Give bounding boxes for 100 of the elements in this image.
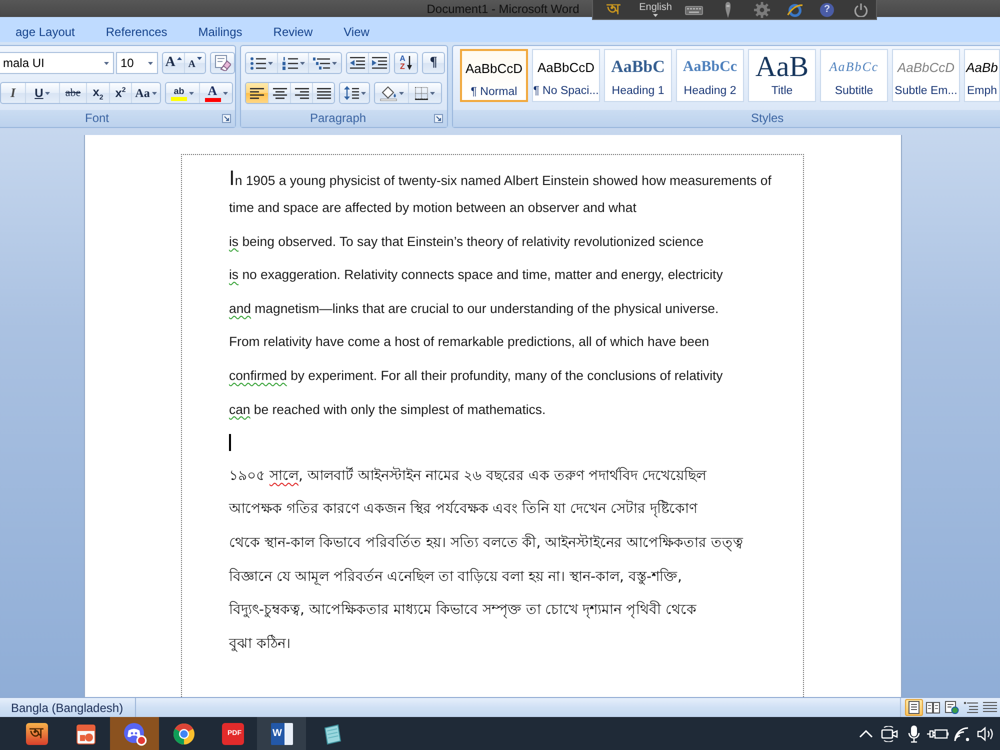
taskbar-button[interactable] xyxy=(110,717,159,750)
text-cursor xyxy=(229,434,231,452)
print-layout-view-button[interactable] xyxy=(905,699,923,716)
caret-icon xyxy=(148,62,154,64)
align-right-icon xyxy=(294,88,308,98)
line-spacing-icon xyxy=(344,86,358,100)
ribbon-tab[interactable]: View xyxy=(328,20,385,42)
web-layout-view-button[interactable] xyxy=(943,699,961,716)
font-size-field[interactable]: 10 xyxy=(116,52,158,74)
page-layout-icon xyxy=(907,701,921,714)
underline-button[interactable]: U xyxy=(25,83,59,103)
orbit-ring-icon[interactable] xyxy=(787,2,803,18)
numbered-list-icon xyxy=(282,56,298,70)
highlight-button[interactable]: ab xyxy=(166,83,199,103)
power-icon[interactable] xyxy=(854,2,868,16)
chevron-up-icon[interactable] xyxy=(859,728,873,738)
font-name-field[interactable]: mala UI xyxy=(0,52,114,74)
ribbon-tab[interactable]: References xyxy=(90,20,183,42)
outline-icon xyxy=(964,701,978,714)
align-left-icon xyxy=(250,88,264,98)
taskbar-button[interactable]: W xyxy=(257,717,306,750)
style-gallery-item[interactable]: AaBb Emph xyxy=(964,49,1000,102)
language-selector[interactable]: English xyxy=(639,2,672,17)
page-globe-icon xyxy=(945,701,959,714)
align-center-button[interactable] xyxy=(268,83,290,103)
multilevel-list-icon xyxy=(313,56,330,70)
align-right-button[interactable] xyxy=(290,83,312,103)
align-left-button[interactable] xyxy=(246,83,268,103)
presentation-icon xyxy=(74,722,96,744)
superscript-button[interactable]: x$^{2}$ xyxy=(109,83,131,103)
w-document-icon: W xyxy=(270,722,292,744)
paragraph: is being observed. To say that Einstein’s theory of relativity revolutionized science xyxy=(229,232,704,251)
group-label: Paragraph xyxy=(310,110,366,127)
style-gallery-item[interactable]: AaBbCcD ¶ No Spaci... xyxy=(532,49,600,102)
sort-button[interactable]: AZ xyxy=(395,53,417,73)
paragraph: থেকে স্থান-কাল কিভাবে পরিবর্তিত হয়। সত্যি বলতে কী, আইনস্টাইনের আপেক্ষিকতার তত্ত্ব xyxy=(229,532,744,554)
style-gallery-item[interactable]: AaBbCcD ¶ Normal xyxy=(460,49,528,102)
paragraph: আপেক্ষক গতির কারণে একজন স্থির পর্যবেক্ষক এবং তিনি যা দেখেন সেটার দৃষ্টিকোণ xyxy=(229,498,697,520)
outline-view-button[interactable] xyxy=(962,699,980,716)
paragraph: is no exaggeration. Relativity connects space and time, matter and energy, electricity xyxy=(229,266,723,284)
paragraph: বুঝা কঠিন। xyxy=(229,634,290,654)
dialog-launcher-icon[interactable] xyxy=(222,114,231,123)
style-gallery-item[interactable]: AaB Title xyxy=(748,49,816,102)
keyboard-icon[interactable] xyxy=(685,4,703,14)
caret-icon xyxy=(104,62,110,64)
justify-button[interactable] xyxy=(312,83,334,103)
justify-icon xyxy=(316,88,330,98)
paragraph: From relativity have come a host of remarkable predictions, all of which have been xyxy=(229,333,710,352)
letter-tile-icon: অ xyxy=(26,722,48,744)
ribbon-tab[interactable]: Mailings xyxy=(182,20,258,42)
change-case-button[interactable]: Aa xyxy=(131,83,160,103)
paragraph: বিজ্ঞানে যে আমূল পরিবর্তন এনেছিল তা বাড়িয়ে বলা হয় না। স্থান-কাল, বস্তু-শক্তি, xyxy=(229,567,682,588)
shrink-font-button[interactable]: A xyxy=(184,53,206,73)
style-gallery-item[interactable]: AaBbCc Subtitle xyxy=(820,49,888,102)
font-color-button[interactable]: A xyxy=(199,83,232,103)
increase-indent-button[interactable] xyxy=(368,53,389,73)
eraser-icon xyxy=(214,55,231,71)
help-button[interactable]: ? xyxy=(820,2,834,16)
paragraph: বিদ্যুৎ-চুম্বকত্ব, আপেক্ষিকতার মাধ্যমে কিভাবে সম্পৃক্ত তা চোখে দৃশ্যমান পৃথিবী থেকে xyxy=(229,600,697,620)
ribbon-tab[interactable]: Review xyxy=(258,20,328,42)
style-gallery-item[interactable]: AaBbCcD Subtle Em... xyxy=(892,49,960,102)
reading-view-button[interactable] xyxy=(924,699,942,716)
microphone-icon[interactable] xyxy=(908,724,920,742)
italic-button[interactable]: I xyxy=(1,83,25,103)
decrease-indent-icon xyxy=(350,57,365,69)
style-gallery-item[interactable]: AaBbC Heading 1 xyxy=(604,49,672,102)
controller-icon xyxy=(122,722,146,746)
open-book-icon xyxy=(926,701,940,714)
speaker-icon[interactable] xyxy=(977,726,995,742)
triangle-up-icon xyxy=(177,57,182,60)
group-label: Styles xyxy=(751,110,784,127)
strikethrough-button[interactable]: abe xyxy=(59,83,86,103)
dialog-launcher-icon[interactable] xyxy=(434,114,443,123)
bangla-letter-icon[interactable]: অ xyxy=(607,1,620,18)
group-label: Font xyxy=(85,110,110,127)
numbering-button[interactable] xyxy=(277,53,308,73)
paragraph: can be reached with only the simplest of mathematics. xyxy=(229,400,546,419)
grow-font-button[interactable]: A xyxy=(163,53,184,73)
battery-icon[interactable] xyxy=(927,728,949,740)
paragraph: and magnetism—links that are crucial to our understanding of the physical universe. xyxy=(229,300,719,318)
settings-icon[interactable] xyxy=(754,2,770,18)
ribbon-tab[interactable]: age Layout xyxy=(0,20,90,42)
wifi-icon[interactable] xyxy=(953,726,971,742)
bullet-list-icon xyxy=(250,56,266,70)
increase-indent-icon xyxy=(372,57,386,69)
draft-lines-icon xyxy=(983,701,997,714)
camera-icon[interactable] xyxy=(881,726,899,742)
paragraph: confirmed by experiment. For all their profundity, many of the conclusions of relativity xyxy=(229,366,723,385)
border-grid-icon xyxy=(415,86,428,100)
style-gallery-item[interactable]: AaBbCc Heading 2 xyxy=(676,49,744,102)
circle-logo-icon xyxy=(172,722,194,744)
down-arrow-icon xyxy=(407,56,412,70)
show-marks-button[interactable]: ¶ xyxy=(423,53,444,73)
window-title: Document1 - Microsoft Word xyxy=(426,2,580,16)
stylus-icon[interactable] xyxy=(722,2,732,18)
paint-bucket-icon xyxy=(380,86,396,100)
subscript-button[interactable]: x$_{2}$ xyxy=(86,83,109,103)
triangle-down-icon xyxy=(197,57,202,60)
align-center-icon xyxy=(272,88,286,98)
taskbar-button[interactable]: অ xyxy=(12,717,61,750)
